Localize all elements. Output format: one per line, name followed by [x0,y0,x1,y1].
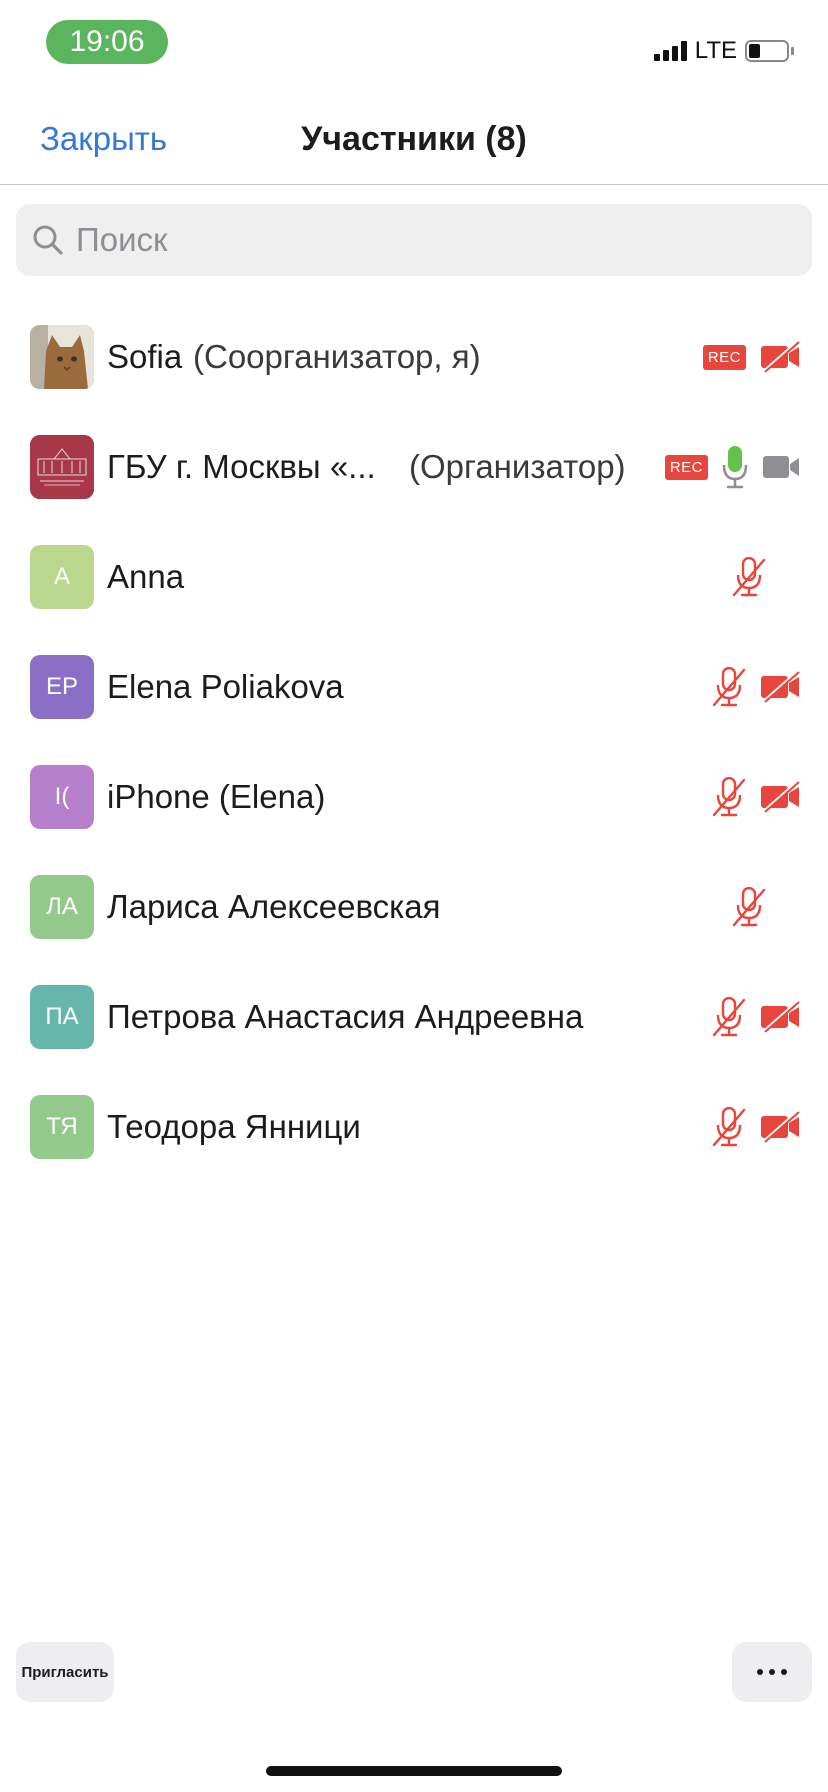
network-label: LTE [694,37,737,64]
search-bar[interactable] [16,204,812,276]
search-input[interactable] [74,220,778,260]
signal-bars-icon [653,41,687,61]
participant-status-icons: REC [664,445,800,489]
video-camera-off-icon [760,781,800,813]
rec-badge: REC [702,344,746,370]
participant-status-icons [712,777,800,817]
avatar: A [30,545,94,609]
avatar-initials: ЛА [46,893,78,920]
participant-status-icons: REC [702,341,800,373]
participant-name: Лариса Алексеевская [107,888,441,925]
microphone-muted-icon [732,887,766,927]
participant-role: (Организатор) [409,448,626,485]
invite-button[interactable]: Пригласить [16,1642,114,1702]
avatar-initials: I( [54,783,70,810]
video-camera-icon [762,455,800,479]
participant-row[interactable]: Sofia (Соорганизатор, я) REC [0,302,828,412]
microphone-icon [722,445,748,489]
participant-status-icons [712,997,800,1037]
avatar-initials: ТЯ [46,1113,78,1140]
participant-row[interactable]: ГБУ г. Москвы «... (Организатор) REC [0,412,828,522]
video-camera-off-icon [760,1111,800,1143]
microphone-muted-icon [732,557,766,597]
home-indicator [266,1766,562,1776]
participant-list: Sofia (Соорганизатор, я) REC ГБУ г. Москвы … [0,302,828,1182]
participant-row[interactable]: EP Elena Poliakova [0,632,828,742]
nav-divider [0,184,828,185]
rec-badge: REC [664,454,708,480]
participant-row[interactable]: ЛА Лариса Алексеевская [0,852,828,962]
participant-name: ГБУ г. Москвы «... [107,448,376,485]
participant-name: Anna [107,558,185,595]
video-camera-off-icon [760,1001,800,1033]
avatar: EP [30,655,94,719]
microphone-muted-icon [712,777,746,817]
participant-name: Sofia [107,338,183,375]
participant-row[interactable]: ПА Петрова Анастасия Андреевна [0,962,828,1072]
avatar [30,325,94,389]
search-icon [33,225,63,255]
participant-row[interactable]: A Anna [0,522,828,632]
more-icon[interactable] [732,1642,812,1702]
participant-name: Петрова Анастасия Андреевна [107,998,584,1035]
avatar: ПА [30,985,94,1049]
microphone-muted-icon [712,1107,746,1147]
avatar: ТЯ [30,1095,94,1159]
avatar-initials: EP [45,673,78,700]
avatar-initials: A [53,563,70,590]
participant-name: Теодора Янници [107,1108,361,1145]
participant-name: Elena Poliakova [107,668,344,705]
battery-tip [791,47,794,55]
participant-status-icons [712,1107,800,1147]
avatar: I( [30,765,94,829]
video-camera-off-icon [760,671,800,703]
battery-icon [745,40,789,62]
participant-name: iPhone (Elena) [107,778,326,815]
status-indicators: LTE [653,36,794,66]
participant-row[interactable]: I( iPhone (Elena) [0,742,828,852]
participant-status-icons [712,667,800,707]
participant-status-icons [732,557,800,597]
microphone-muted-icon [712,667,746,707]
avatar [30,435,94,499]
microphone-muted-icon [712,997,746,1037]
participant-row[interactable]: ТЯ Теодора Янници [0,1072,828,1182]
participant-role: (Соорганизатор, я) [193,338,481,375]
avatar: ЛА [30,875,94,939]
close-button[interactable]: Закрыть [40,120,167,158]
participant-status-icons [732,887,800,927]
avatar-initials: ПА [45,1003,79,1030]
video-camera-off-icon [760,341,800,373]
status-time: 19:06 [46,20,168,64]
